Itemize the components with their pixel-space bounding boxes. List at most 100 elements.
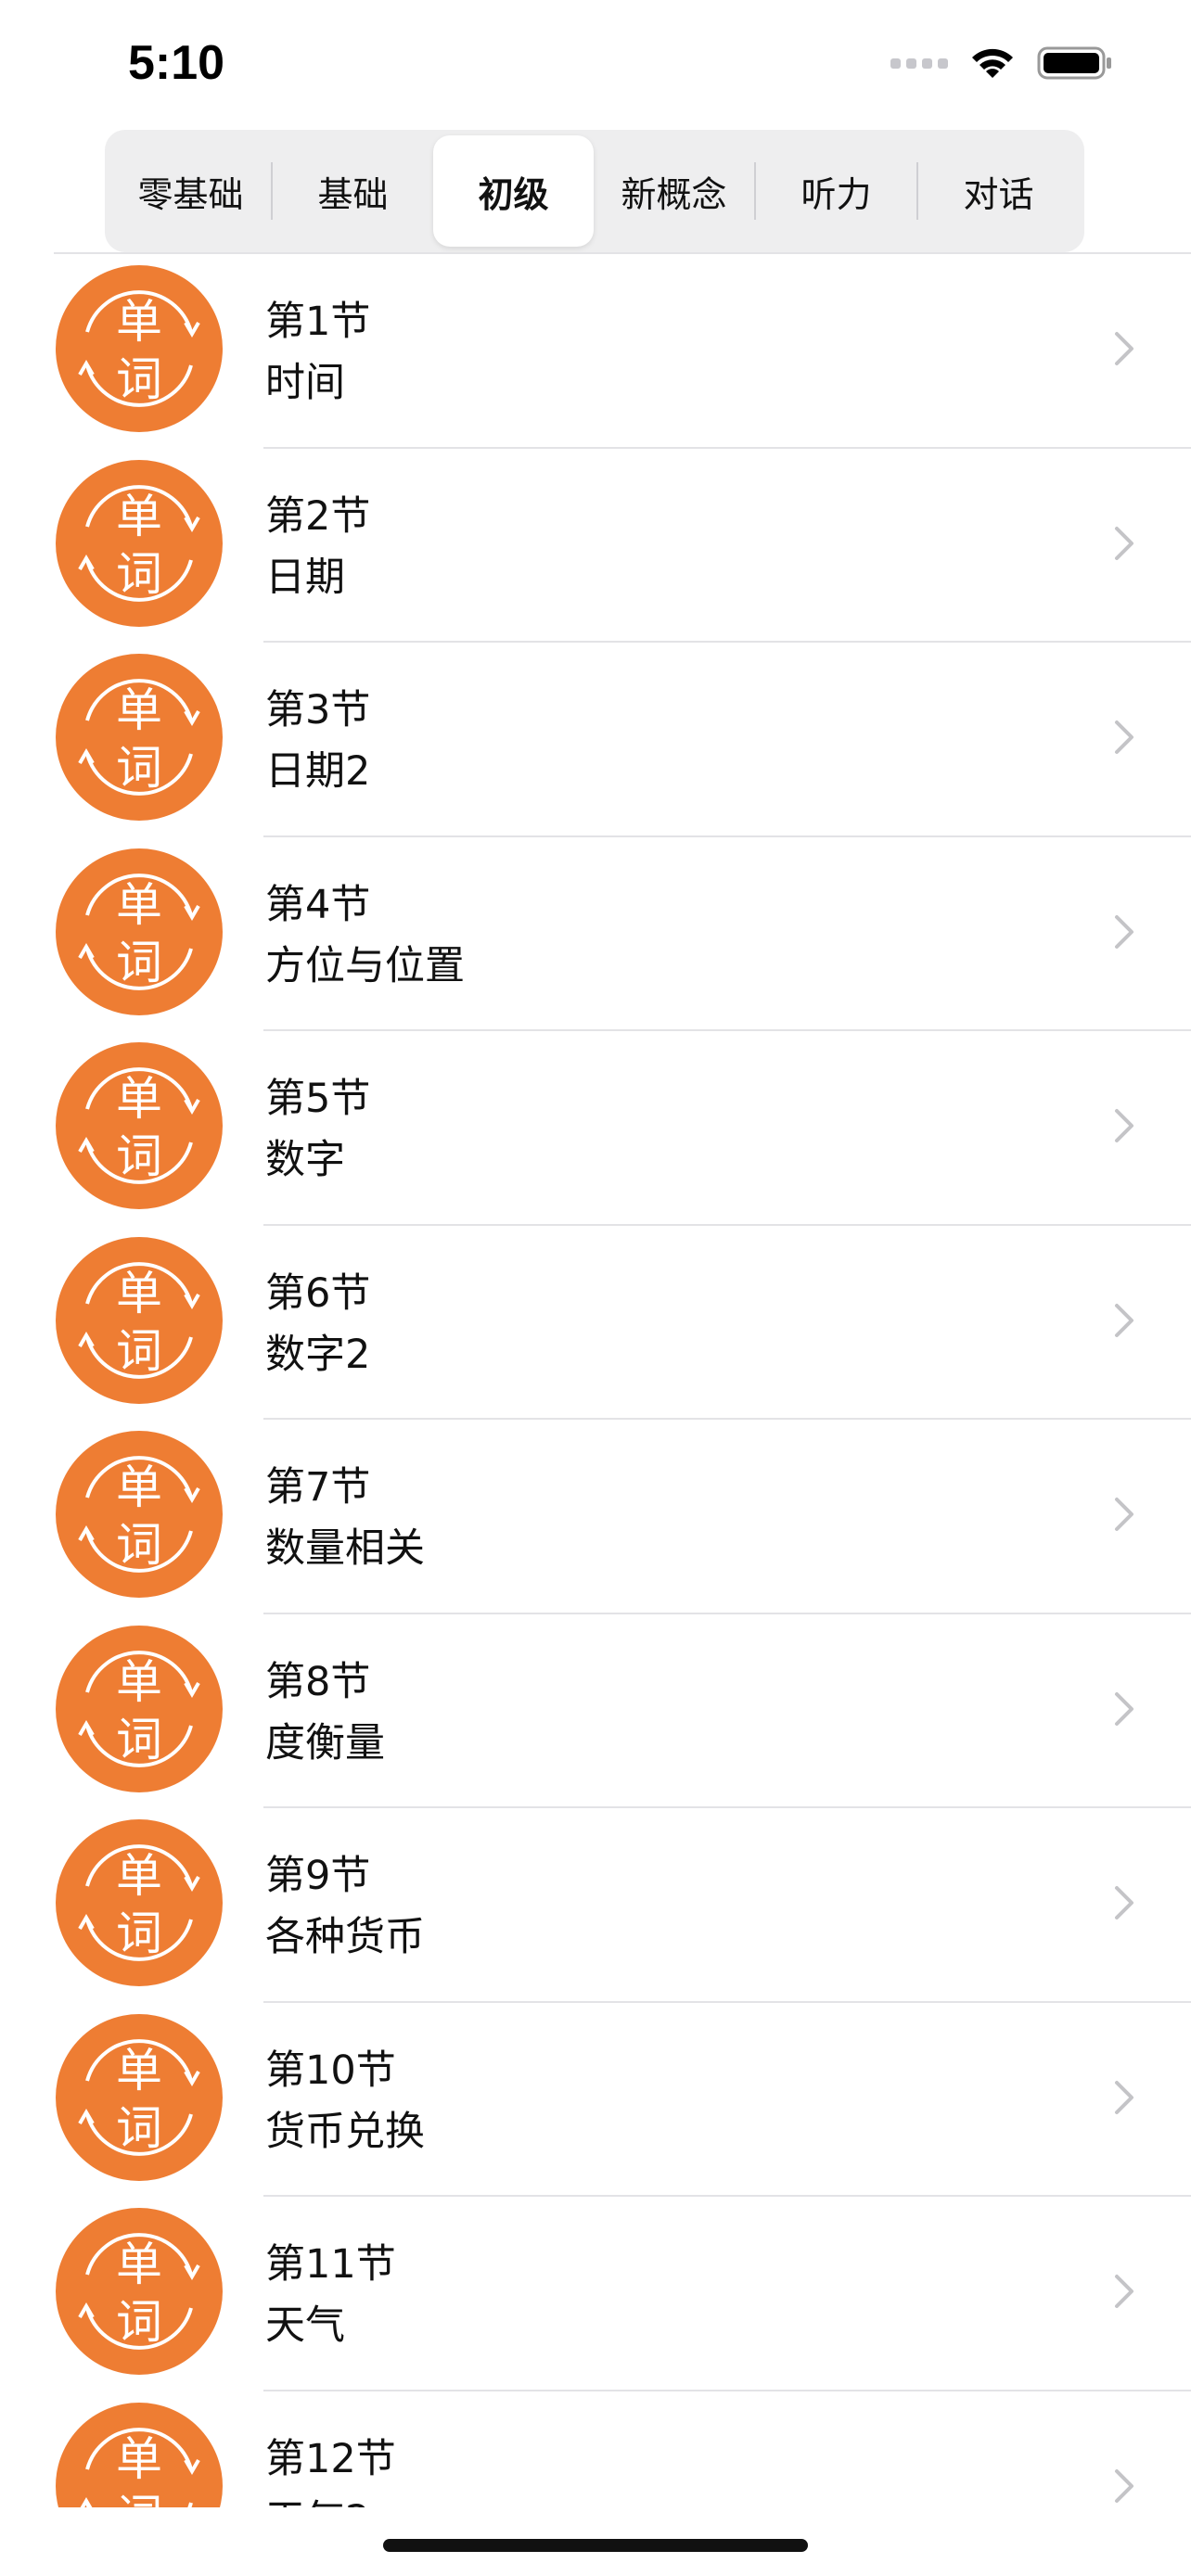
lesson-title: 第9节 bbox=[265, 1853, 371, 1899]
lesson-title: 第8节 bbox=[265, 1658, 371, 1705]
lesson-title: 第7节 bbox=[265, 1464, 371, 1511]
vocabulary-badge-icon: 单 词 bbox=[56, 2402, 223, 2507]
badge-bottom-char: 词 bbox=[116, 2101, 162, 2155]
vocabulary-badge-icon: 单 词 bbox=[56, 265, 223, 432]
vocabulary-badge-icon: 单 词 bbox=[56, 2013, 223, 2181]
segment-label: 听力 bbox=[800, 173, 872, 215]
lesson-row[interactable]: 单 词 第6节 数字2 bbox=[0, 1226, 1191, 1420]
chevron-right-icon bbox=[1115, 2468, 1133, 2503]
segment-elementary[interactable]: 初级 bbox=[433, 135, 594, 247]
lesson-row[interactable]: 单 词 第10节 货币兑换 bbox=[0, 2003, 1191, 2197]
lesson-subtitle: 天气2 bbox=[265, 2488, 370, 2508]
lesson-row[interactable]: 单 词 第9节 各种货币 bbox=[0, 1808, 1191, 2003]
vocabulary-badge-icon: 单 词 bbox=[56, 1236, 223, 1404]
badge-top-char: 单 bbox=[116, 683, 162, 737]
lesson-subtitle: 方位与位置 bbox=[265, 942, 465, 989]
badge-top-char: 单 bbox=[116, 2238, 162, 2291]
lesson-subtitle: 数量相关 bbox=[265, 1525, 425, 1572]
chevron-right-icon bbox=[1115, 332, 1133, 365]
badge-top-char: 单 bbox=[116, 295, 162, 349]
lesson-title: 第12节 bbox=[265, 2435, 396, 2482]
status-bar: 5:10 bbox=[0, 0, 1191, 130]
wifi-icon bbox=[972, 48, 1013, 78]
lesson-title: 第3节 bbox=[265, 687, 371, 733]
lesson-title: 第4节 bbox=[265, 881, 371, 928]
lesson-subtitle: 时间 bbox=[265, 360, 345, 406]
lesson-row[interactable]: 单 词 第7节 数量相关 bbox=[0, 1420, 1191, 1614]
lesson-title: 第11节 bbox=[265, 2241, 396, 2288]
segment-dialogue[interactable]: 对话 bbox=[918, 135, 1079, 247]
lesson-subtitle: 日期 bbox=[265, 554, 345, 601]
badge-bottom-char: 词 bbox=[116, 2295, 162, 2349]
lesson-subtitle: 各种货币 bbox=[265, 1914, 425, 1960]
chevron-right-icon bbox=[1115, 1691, 1133, 1726]
badge-top-char: 单 bbox=[116, 1267, 162, 1320]
segment-basics[interactable]: 基础 bbox=[273, 135, 433, 247]
badge-bottom-char: 词 bbox=[116, 1324, 162, 1378]
vocabulary-badge-icon: 单 词 bbox=[56, 848, 223, 1015]
chevron-right-icon bbox=[1115, 1886, 1133, 1919]
lesson-title: 第5节 bbox=[265, 1076, 371, 1122]
segment-listening[interactable]: 听力 bbox=[756, 135, 916, 247]
chevron-right-icon bbox=[1115, 526, 1133, 560]
badge-top-char: 单 bbox=[116, 1655, 162, 1709]
badge-bottom-char: 词 bbox=[116, 1713, 162, 1766]
lesson-row[interactable]: 单 词 第11节 天气 bbox=[0, 2197, 1191, 2391]
badge-bottom-char: 词 bbox=[116, 1518, 162, 1572]
lesson-title: 第10节 bbox=[265, 2047, 396, 2094]
lesson-row[interactable]: 单 词 第4节 方位与位置 bbox=[0, 837, 1191, 1031]
lesson-subtitle: 数字 bbox=[265, 1137, 345, 1183]
lesson-subtitle: 日期2 bbox=[265, 748, 371, 795]
badge-top-char: 单 bbox=[116, 878, 162, 932]
lesson-row[interactable]: 单 词 第12节 天气2 bbox=[0, 2391, 1191, 2508]
lesson-row[interactable]: 单 词 第8节 度衡量 bbox=[0, 1614, 1191, 1808]
badge-top-char: 单 bbox=[116, 1072, 162, 1126]
badge-bottom-char: 词 bbox=[116, 1906, 162, 1960]
lesson-subtitle: 货币兑换 bbox=[265, 2108, 425, 2155]
status-time: 5:10 bbox=[128, 36, 225, 90]
segment-label: 对话 bbox=[963, 173, 1034, 215]
lesson-title: 第1节 bbox=[265, 299, 371, 345]
lesson-subtitle: 数字2 bbox=[265, 1331, 371, 1378]
chevron-right-icon bbox=[1115, 2080, 1133, 2114]
vocabulary-badge-icon: 单 词 bbox=[56, 1431, 223, 1598]
vocabulary-badge-icon: 单 词 bbox=[56, 459, 223, 627]
lesson-title: 第6节 bbox=[265, 1269, 371, 1317]
segment-zero-basics[interactable]: 零基础 bbox=[110, 135, 271, 247]
vocabulary-badge-icon: 单 词 bbox=[56, 654, 223, 821]
lesson-subtitle: 度衡量 bbox=[265, 1719, 385, 1766]
lesson-list: 单 词 第1节 时间 单 词 第2节 日期 单 词 第3节 日期2 单 词 第4… bbox=[0, 254, 1191, 2507]
lesson-row[interactable]: 单 词 第5节 数字 bbox=[0, 1031, 1191, 1226]
chevron-right-icon bbox=[1115, 721, 1133, 754]
lesson-row[interactable]: 单 词 第3节 日期2 bbox=[0, 643, 1191, 837]
badge-bottom-char: 词 bbox=[116, 547, 162, 601]
vocabulary-badge-icon: 单 词 bbox=[56, 1625, 223, 1792]
chevron-right-icon bbox=[1115, 2275, 1133, 2308]
vocabulary-badge-icon: 单 词 bbox=[56, 1042, 223, 1209]
segment-label: 新概念 bbox=[621, 173, 727, 215]
battery-icon bbox=[1037, 46, 1111, 80]
badge-top-char: 单 bbox=[116, 1849, 162, 1903]
badge-top-char: 单 bbox=[116, 2044, 162, 2098]
category-segmented-control: 零基础 基础 初级 新概念 听力 对话 bbox=[105, 130, 1084, 252]
badge-bottom-char: 词 bbox=[116, 1129, 162, 1183]
chevron-right-icon bbox=[1115, 1109, 1133, 1142]
lesson-subtitle: 天气 bbox=[265, 2302, 345, 2349]
chevron-right-icon bbox=[1115, 1303, 1133, 1337]
chevron-right-icon bbox=[1115, 914, 1133, 949]
home-indicator[interactable] bbox=[383, 2539, 808, 2552]
badge-bottom-char: 词 bbox=[116, 936, 162, 989]
lesson-title: 第2节 bbox=[265, 492, 371, 540]
status-icons bbox=[890, 45, 1113, 82]
segment-label: 零基础 bbox=[137, 173, 244, 215]
badge-top-char: 单 bbox=[116, 2432, 162, 2486]
lesson-row[interactable]: 单 词 第1节 时间 bbox=[0, 254, 1191, 449]
signal-icon bbox=[890, 57, 948, 69]
vocabulary-badge-icon: 单 词 bbox=[56, 2208, 223, 2375]
vocabulary-badge-icon: 单 词 bbox=[56, 1819, 223, 1986]
badge-top-char: 单 bbox=[116, 490, 162, 543]
segment-new-concept[interactable]: 新概念 bbox=[594, 135, 754, 247]
badge-bottom-char: 词 bbox=[116, 741, 162, 795]
badge-bottom-char: 词 bbox=[116, 352, 162, 406]
lesson-row[interactable]: 单 词 第2节 日期 bbox=[0, 449, 1191, 643]
